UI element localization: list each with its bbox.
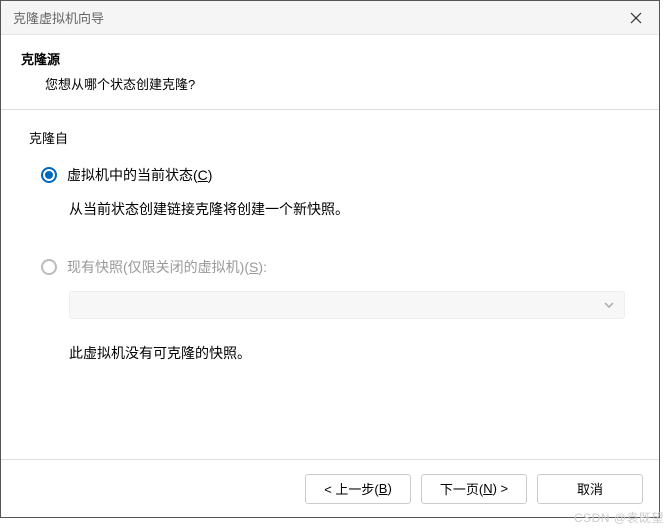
header-subtitle: 您想从哪个状态创建克隆? — [21, 74, 639, 93]
watermark: CSDN @袁既望 — [574, 509, 664, 526]
current-state-hint: 从当前状态创建链接克隆将创建一个新快照。 — [29, 199, 631, 219]
close-icon — [630, 12, 642, 24]
chevron-down-icon — [604, 302, 614, 308]
footer: < 上一步(B) 下一页(N) > 取消 — [1, 459, 659, 517]
radio-existing-snapshot: 现有快照(仅限关闭的虚拟机)(S): — [29, 257, 631, 277]
clone-wizard-dialog: 克隆虚拟机向导 克隆源 您想从哪个状态创建克隆? 克隆自 虚拟机中的当前状态(C… — [0, 0, 660, 518]
radio-current-label: 虚拟机中的当前状态(C) — [67, 165, 212, 185]
window-title: 克隆虚拟机向导 — [13, 8, 104, 27]
radio-current-state[interactable]: 虚拟机中的当前状态(C) — [29, 165, 631, 185]
radio-snapshot-label: 现有快照(仅限关闭的虚拟机)(S): — [67, 257, 267, 277]
header-section: 克隆源 您想从哪个状态创建克隆? — [1, 35, 659, 109]
group-label: 克隆自 — [29, 128, 631, 147]
titlebar: 克隆虚拟机向导 — [1, 1, 659, 35]
radio-indicator-selected — [41, 167, 57, 183]
snapshot-hint: 此虚拟机没有可克隆的快照。 — [29, 343, 631, 363]
radio-indicator-unselected — [41, 259, 57, 275]
header-title: 克隆源 — [21, 49, 639, 68]
next-button[interactable]: 下一页(N) > — [421, 474, 527, 504]
snapshot-select — [69, 291, 625, 319]
content-area: 克隆自 虚拟机中的当前状态(C) 从当前状态创建链接克隆将创建一个新快照。 现有… — [1, 110, 659, 459]
close-button[interactable] — [613, 1, 659, 35]
cancel-button[interactable]: 取消 — [537, 474, 643, 504]
back-button[interactable]: < 上一步(B) — [305, 474, 411, 504]
